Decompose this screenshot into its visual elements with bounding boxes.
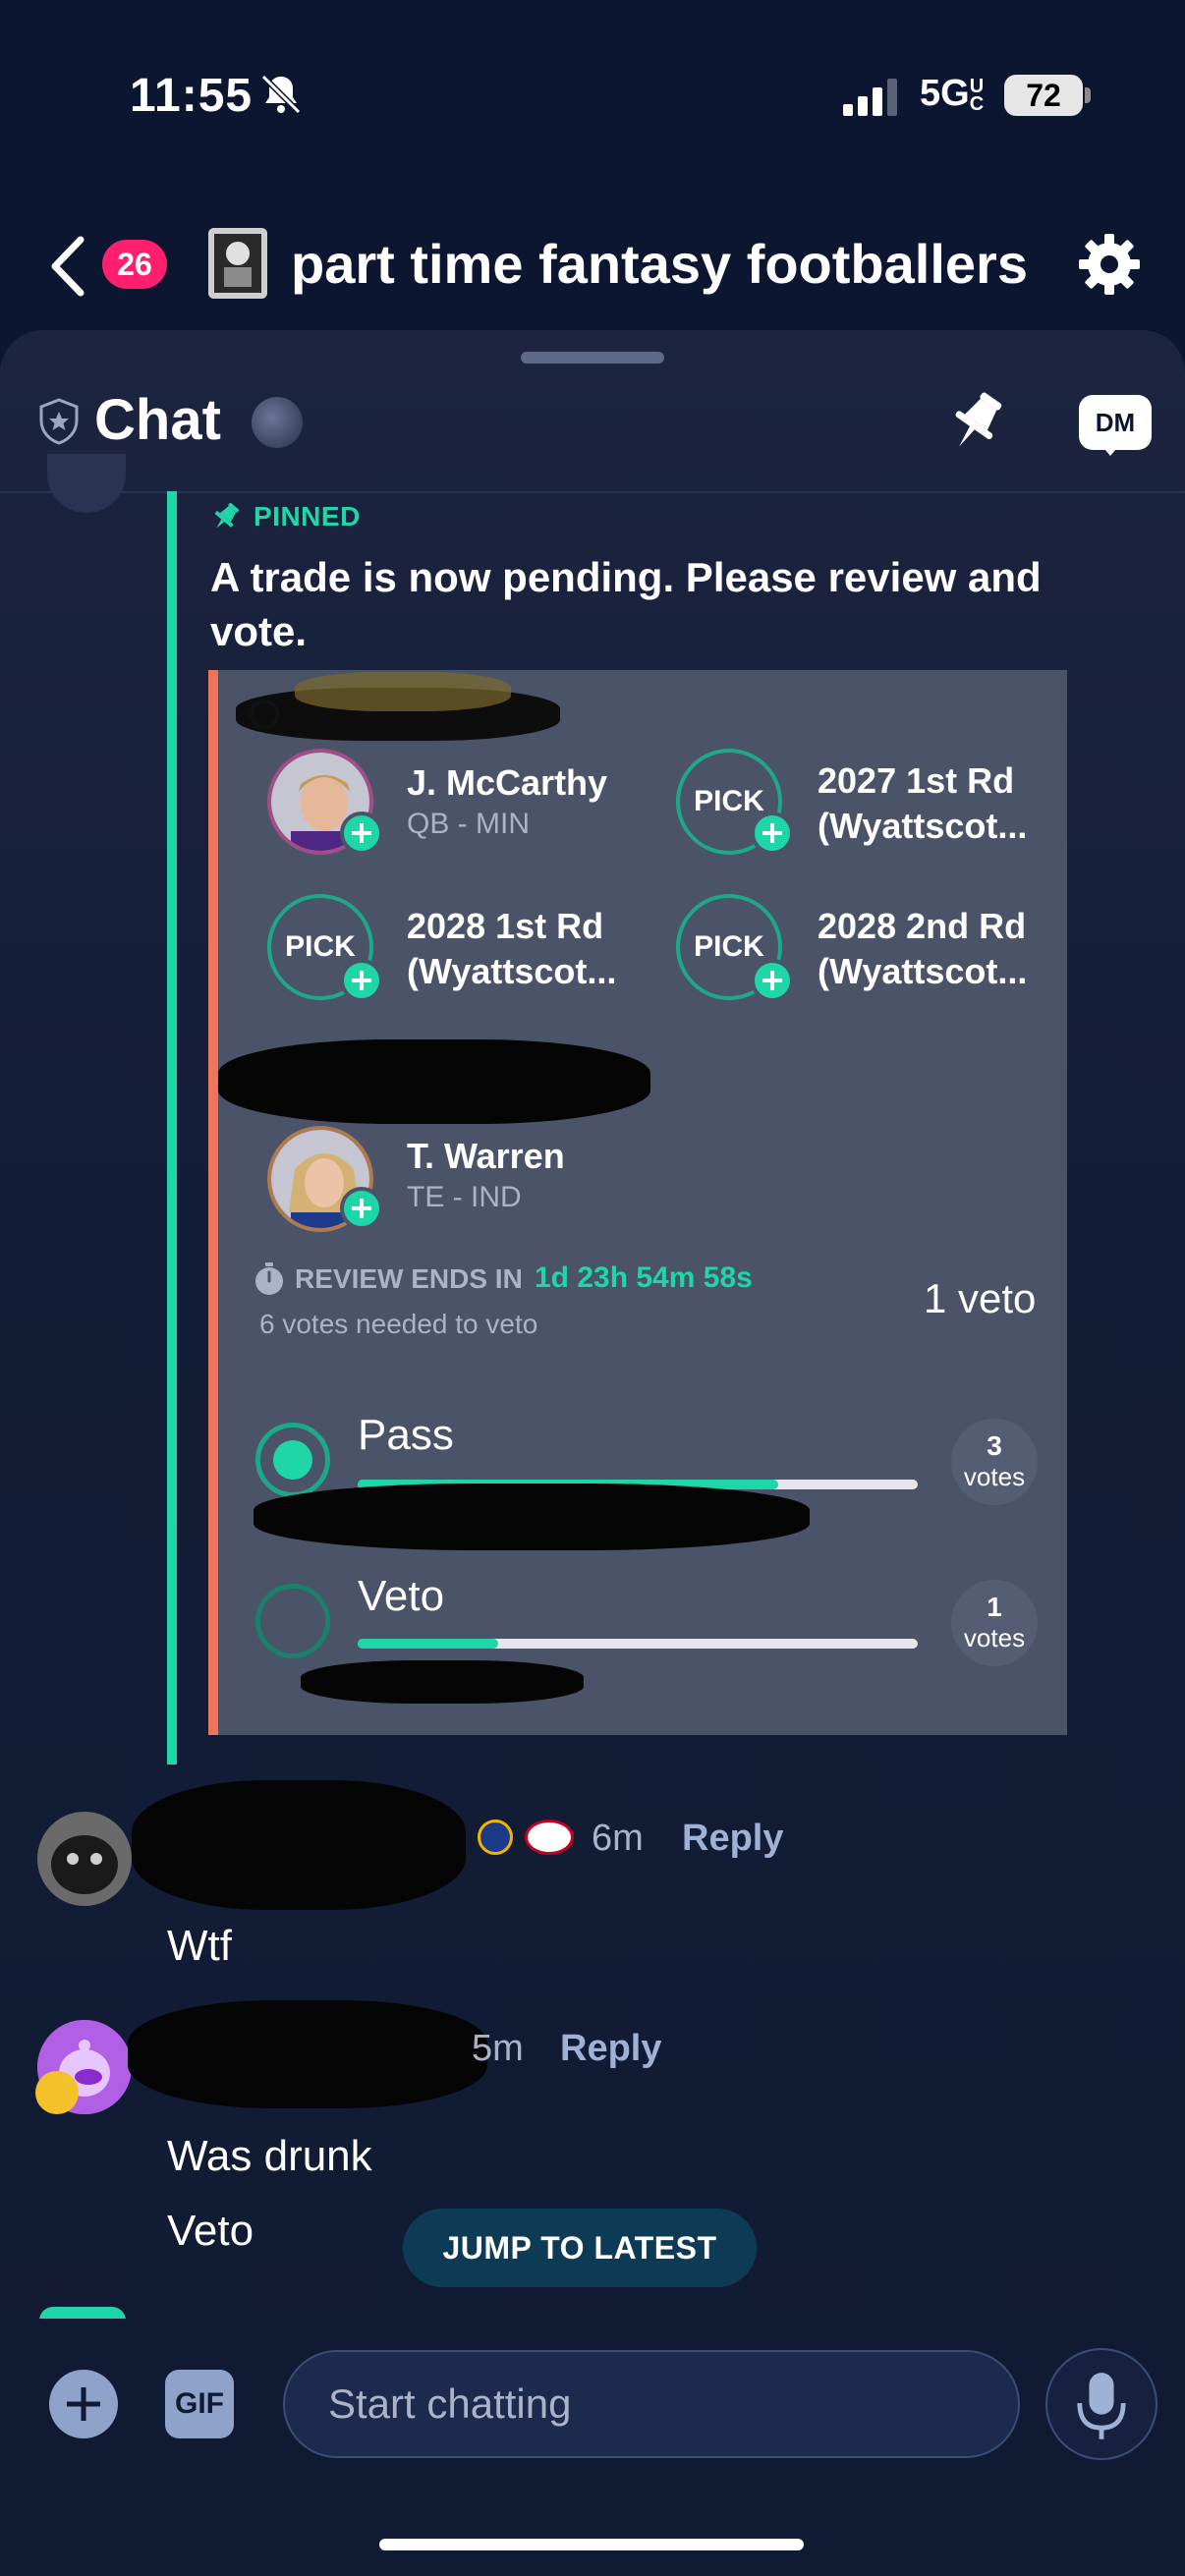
battery-indicator: 72 xyxy=(1004,75,1083,116)
reply-button[interactable]: Reply xyxy=(682,1818,783,1860)
votes-needed: 6 votes needed to veto xyxy=(259,1309,538,1339)
pinned-pin-icon xyxy=(214,502,240,529)
message-text: Wtf xyxy=(167,1922,232,1970)
back-chevron-icon[interactable] xyxy=(45,232,94,301)
message-text: Was drunk xyxy=(167,2132,372,2180)
sheet-grabber[interactable] xyxy=(521,352,664,364)
add-asset-icon[interactable] xyxy=(751,812,794,855)
signal-icon xyxy=(843,79,897,116)
asset-name: T. Warren xyxy=(407,1136,565,1176)
trade-card-stripe xyxy=(208,670,218,1735)
radio-selected-dot xyxy=(273,1440,312,1480)
add-asset-icon[interactable] xyxy=(340,959,383,1002)
review-countdown: 1d 23h 54m 58s xyxy=(535,1261,753,1294)
shield-star-icon xyxy=(39,398,79,445)
gif-button[interactable]: GIF xyxy=(165,2370,234,2438)
league-avatar[interactable] xyxy=(208,228,267,299)
message-time: 6m xyxy=(592,1818,644,1859)
asset-position: QB - MIN xyxy=(407,808,530,840)
gear-icon[interactable] xyxy=(1077,232,1142,297)
option-label-veto[interactable]: Veto xyxy=(358,1572,444,1621)
asset-name: 2028 1st Rd xyxy=(407,906,604,946)
notification-badge: 26 xyxy=(102,240,167,289)
redaction-scribble xyxy=(128,2000,487,2108)
pinned-accent-bar xyxy=(167,491,177,1764)
league-title[interactable]: part time fantasy footballers xyxy=(291,232,1028,296)
team-logo-icon xyxy=(478,1820,513,1855)
user-avatar[interactable] xyxy=(37,1812,132,1906)
veto-vote-count: 1 votes xyxy=(951,1580,1038,1666)
asset-name: 2027 1st Rd xyxy=(818,760,1015,801)
redaction-scribble xyxy=(301,1660,584,1704)
pass-vote-count: 3 votes xyxy=(951,1419,1038,1505)
add-asset-icon[interactable] xyxy=(751,959,794,1002)
pinned-label: PINNED xyxy=(254,501,361,532)
chat-input[interactable] xyxy=(283,2350,1020,2458)
status-time: 11:55 xyxy=(130,70,254,122)
asset-position: TE - IND xyxy=(407,1181,522,1213)
award-badge-icon xyxy=(35,2071,79,2114)
redaction-scribble xyxy=(254,1484,810,1550)
jump-to-latest-button[interactable]: JUMP TO LATEST xyxy=(403,2209,757,2287)
veto-count: 1 veto xyxy=(924,1275,1037,1321)
message-time: 5m xyxy=(472,2028,524,2069)
chat-title: Chat xyxy=(94,388,221,452)
redaction-scribble xyxy=(218,1039,650,1124)
stopwatch-icon xyxy=(255,1262,283,1295)
asset-name: J. McCarthy xyxy=(407,762,608,803)
review-label: REVIEW ENDS IN xyxy=(295,1263,523,1294)
veto-progress-fill xyxy=(358,1639,498,1649)
message-text: Veto xyxy=(167,2207,254,2255)
microphone-icon[interactable] xyxy=(1045,2348,1157,2460)
network-type: 5GUC xyxy=(920,73,985,115)
add-asset-icon[interactable] xyxy=(340,1187,383,1230)
team-logo-icon xyxy=(525,1820,574,1855)
chat-avatar[interactable] xyxy=(252,397,303,448)
pin-icon[interactable] xyxy=(945,389,1008,454)
veto-radio[interactable] xyxy=(255,1584,330,1658)
redaction-highlight xyxy=(295,672,511,711)
reply-button[interactable]: Reply xyxy=(560,2028,661,2070)
battery-cap xyxy=(1085,87,1091,103)
home-indicator[interactable] xyxy=(379,2539,804,2550)
pass-radio[interactable] xyxy=(255,1423,330,1497)
pinned-message: A trade is now pending. Please review an… xyxy=(210,554,1042,654)
bell-muted-icon xyxy=(260,74,302,115)
redaction-scribble xyxy=(132,1780,466,1910)
asset-sub: (Wyattscot... xyxy=(407,951,617,991)
option-label-pass[interactable]: Pass xyxy=(358,1411,454,1460)
asset-sub: (Wyattscot... xyxy=(818,951,1028,991)
dm-bubble-tail xyxy=(1100,444,1120,456)
add-asset-icon[interactable] xyxy=(340,812,383,855)
add-attachment-button[interactable] xyxy=(49,2370,118,2438)
header-divider xyxy=(0,491,1185,493)
asset-name: 2028 2nd Rd xyxy=(818,906,1027,946)
asset-sub: (Wyattscot... xyxy=(818,806,1028,846)
dm-button[interactable]: DM xyxy=(1079,395,1152,450)
